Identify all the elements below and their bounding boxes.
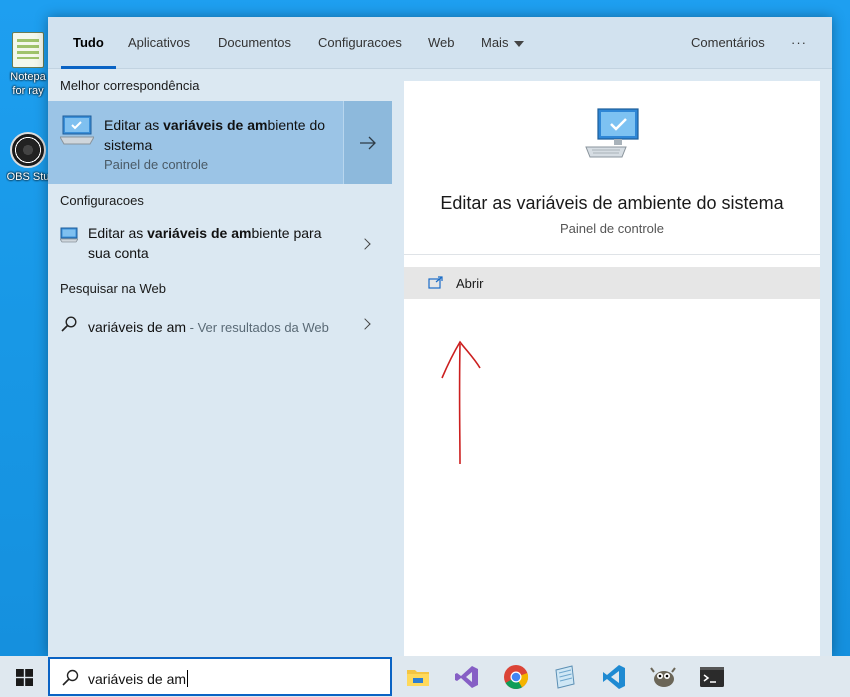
search-icon [61,316,77,332]
computer-monitor-icon [585,108,639,158]
chrome-icon[interactable] [503,664,529,690]
tab-documents[interactable]: Documentos [218,17,291,69]
annotation-arrow [441,340,481,465]
settings-header: Configuracoes [60,193,144,208]
vscode-icon[interactable] [601,664,627,690]
settings-result-item[interactable]: Editar as variáveis de ambiente para sua… [48,219,392,269]
settings-result-title: Editar as variáveis de ambiente para sua… [88,223,338,263]
settings-title-pre: Editar as [88,225,148,241]
notepad-icon [12,32,44,68]
computer-monitor-icon [60,227,78,243]
best-match-result[interactable]: Editar as variáveis de ambiente do siste… [48,101,392,184]
chevron-down-icon [514,40,525,47]
search-input[interactable]: variáveis de am [88,670,189,687]
taskbar: variáveis de am [0,656,850,697]
divider [404,254,820,255]
notepad-icon[interactable] [552,664,578,690]
results-list: Melhor correspondência Editar as variáve… [48,69,392,656]
filter-tabbar: Tudo Aplicativos Documentos Configuracoe… [48,17,832,69]
open-action-button[interactable]: Abrir [404,267,820,299]
more-options-button[interactable]: ··· [791,17,807,69]
open-action-label: Abrir [456,276,484,291]
web-search-header: Pesquisar na Web [60,281,166,296]
tab-web[interactable]: Web [428,17,455,69]
search-panel: Tudo Aplicativos Documentos Configuracoe… [48,17,832,656]
search-icon [62,669,79,686]
best-match-header: Melhor correspondência [60,78,200,93]
tab-all[interactable]: Tudo [61,17,116,69]
arrow-right-icon [360,136,376,150]
tab-settings[interactable]: Configuracoes [318,17,402,69]
obs-icon [10,132,46,168]
search-input-value: variáveis de am [88,671,187,687]
preview-pane: Editar as variáveis de ambiente do siste… [392,69,832,656]
notepad-label-line1: Notepa [10,71,46,83]
text-cursor [187,670,189,687]
preview-subtitle: Painel de controle [559,221,665,236]
taskbar-search-box[interactable]: variáveis de am [48,657,392,696]
web-query-suffix: - Ver resultados da Web [186,320,329,335]
notepad-label-line2: for ray [12,85,44,97]
web-query-text: variáveis de am [88,319,187,335]
file-explorer-icon[interactable] [405,664,431,690]
chevron-right-icon [359,238,371,250]
notepad-shortcut[interactable]: Notepa for ray [6,32,50,98]
visual-studio-icon[interactable] [454,664,480,690]
computer-monitor-icon [60,115,94,145]
tab-apps[interactable]: Aplicativos [128,17,190,69]
expand-preview-button[interactable] [344,101,392,184]
terminal-icon[interactable] [699,664,725,690]
settings-title-bold: variáveis de am [147,225,252,241]
best-match-subtitle: Painel de controle [104,157,209,172]
open-external-icon [428,276,443,289]
gimp-icon[interactable] [650,664,676,690]
preview-card: Editar as variáveis de ambiente do siste… [404,81,820,656]
obs-label: OBS Stu [6,171,50,183]
windows-start-icon[interactable] [16,669,33,686]
obs-shortcut[interactable]: OBS Stu [6,132,50,184]
chevron-right-icon [359,318,371,330]
best-match-title-pre: Editar as [104,117,164,133]
feedback-link[interactable]: Comentários [691,17,765,69]
tab-more[interactable]: Mais [481,17,525,69]
best-match-title-bold: variáveis de am [163,117,268,133]
web-search-result-item[interactable]: variáveis de am - Ver resultados da Web [48,309,392,341]
best-match-title: Editar as variáveis de ambiente do siste… [104,115,339,155]
tab-more-label: Mais [481,35,509,50]
preview-title: Editar as variáveis de ambiente do siste… [440,193,784,213]
